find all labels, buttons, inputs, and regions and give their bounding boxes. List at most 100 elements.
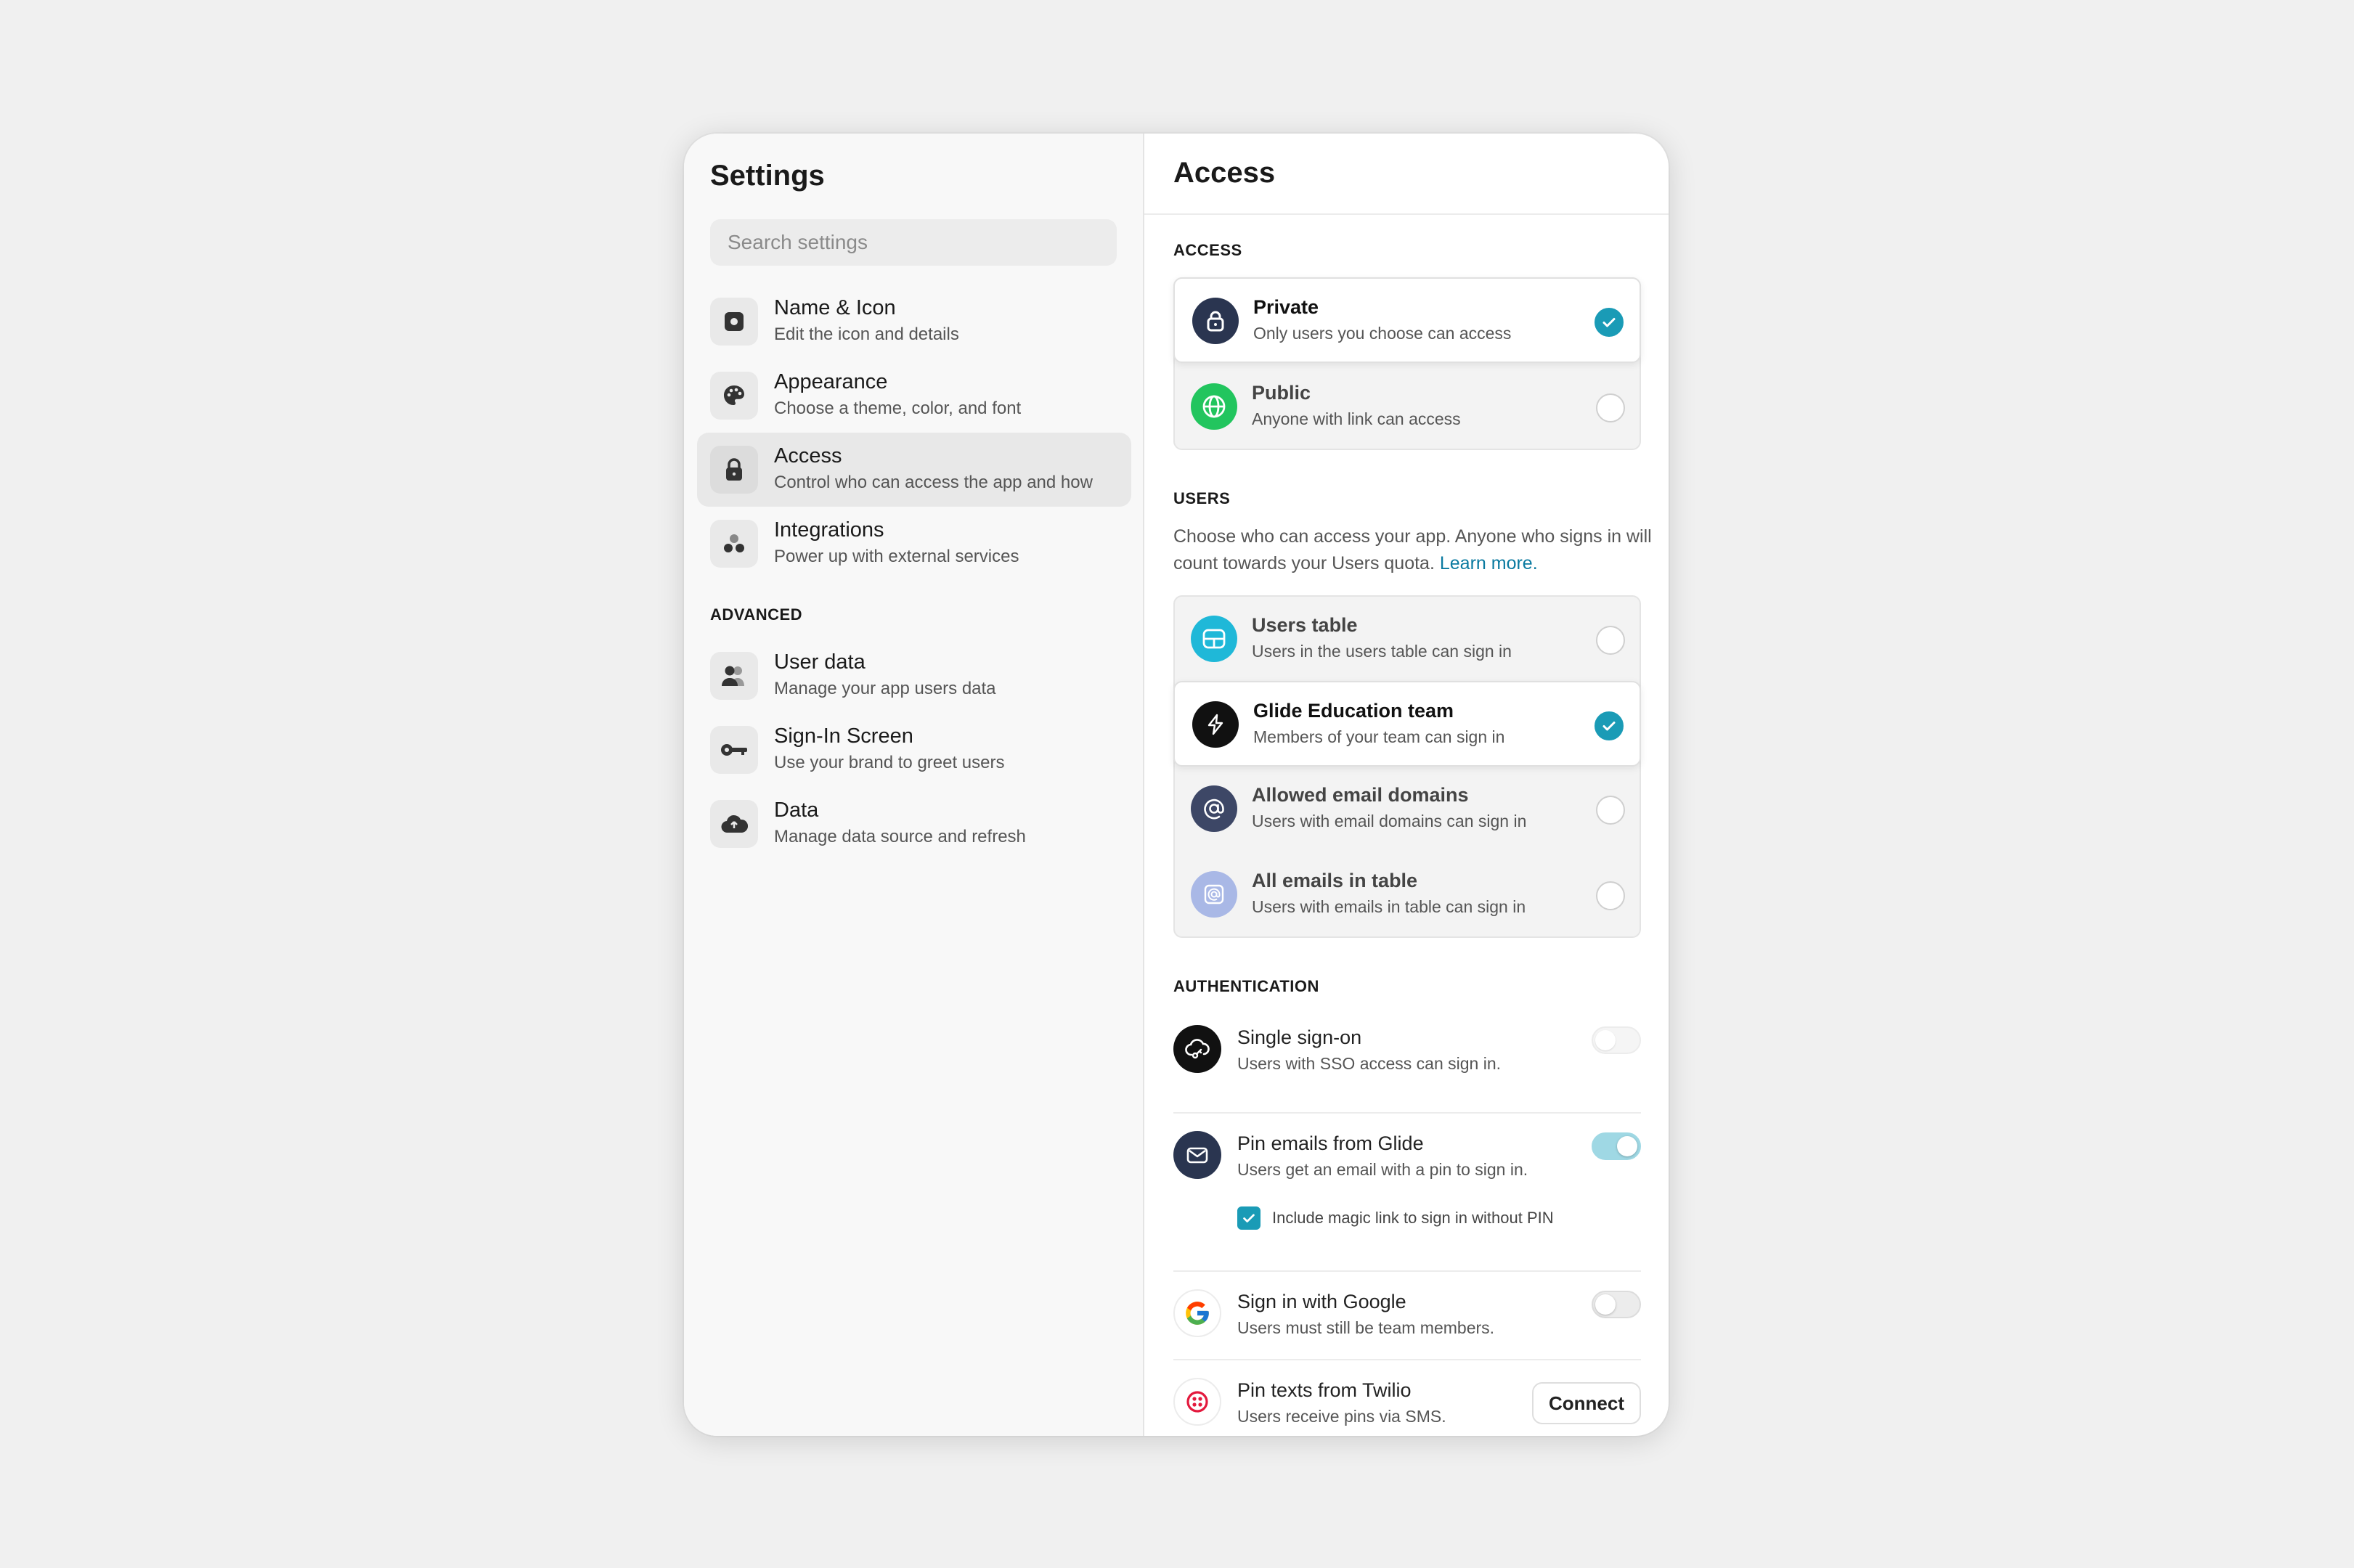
option-sub: Users in the users table can sign in <box>1252 642 1512 661</box>
sidebar-item-label: Access <box>774 444 842 467</box>
lock-icon <box>710 446 758 494</box>
pin-emails-toggle[interactable] <box>1592 1132 1641 1160</box>
sidebar-item-appearance[interactable]: Appearance Choose a theme, color, and fo… <box>697 359 1131 433</box>
access-panel: Access ACCESS Private Only users you cho… <box>1144 134 1669 1436</box>
option-label: Allowed email domains <box>1252 784 1469 806</box>
auth-label: Single sign-on <box>1237 1026 1362 1048</box>
sso-toggle[interactable] <box>1592 1026 1641 1054</box>
sidebar-item-sign-in-screen[interactable]: Sign-In Screen Use your brand to greet u… <box>697 713 1131 787</box>
users-section-label: USERS <box>1173 489 1231 507</box>
radio-unchecked[interactable] <box>1596 796 1625 825</box>
advanced-section-label: ADVANCED <box>710 605 803 624</box>
access-section-label: ACCESS <box>1173 241 1242 259</box>
table-icon <box>1191 616 1237 662</box>
option-sub: Anyone with link can access <box>1252 409 1461 428</box>
google-toggle[interactable] <box>1592 1291 1641 1318</box>
page-title: Access <box>1173 157 1276 189</box>
users-icon <box>710 652 758 700</box>
cloud-key-icon <box>1173 1025 1221 1073</box>
divider <box>1173 1112 1641 1114</box>
auth-row-pin-emails: Pin emails from Glide Users get an email… <box>1173 1131 1641 1196</box>
auth-label: Pin texts from Twilio <box>1237 1379 1412 1401</box>
users-option-users-table[interactable]: Users table Users in the users table can… <box>1173 597 1641 682</box>
option-label: All emails in table <box>1252 870 1418 891</box>
sidebar-item-sub: Edit the icon and details <box>774 324 959 344</box>
users-option-emails-in-table[interactable]: All emails in table Users with emails in… <box>1173 852 1641 938</box>
toggle-knob <box>1617 1136 1637 1156</box>
sidebar-item-label: Appearance <box>774 370 888 393</box>
sidebar-item-access[interactable]: Access Control who can access the app an… <box>697 433 1131 507</box>
access-option-private[interactable]: Private Only users you choose can access <box>1173 277 1641 363</box>
option-label: Glide Education team <box>1253 700 1454 722</box>
option-label: Private <box>1253 296 1319 318</box>
settings-window: Settings Name & Icon Edit the icon and d… <box>684 134 1669 1436</box>
sidebar-title: Settings <box>710 160 825 192</box>
toggle-knob <box>1595 1294 1616 1315</box>
sidebar-item-data[interactable]: Data Manage data source and refresh <box>697 787 1131 861</box>
magic-link-label: Include magic link to sign in without PI… <box>1272 1209 1554 1227</box>
sidebar-item-sub: Manage data source and refresh <box>774 827 1026 846</box>
sidebar-item-label: Name & Icon <box>774 296 896 319</box>
option-sub: Users with emails in table can sign in <box>1252 897 1526 916</box>
sidebar-item-sub: Choose a theme, color, and font <box>774 399 1022 418</box>
checkmark-icon <box>1243 1214 1255 1222</box>
radio-unchecked[interactable] <box>1596 881 1625 910</box>
checkmark-icon <box>1602 318 1616 327</box>
access-option-public[interactable]: Public Anyone with link can access <box>1173 364 1641 450</box>
sidebar-item-label: User data <box>774 650 866 674</box>
twilio-icon <box>1173 1378 1221 1426</box>
auth-label: Sign in with Google <box>1237 1291 1406 1312</box>
sidebar-item-sub: Manage your app users data <box>774 679 996 698</box>
auth-sub: Users with SSO access can sign in. <box>1237 1054 1502 1073</box>
lock-icon <box>1192 298 1239 344</box>
sidebar-item-label: Integrations <box>774 518 884 542</box>
option-sub: Members of your team can sign in <box>1253 727 1505 746</box>
learn-more-link[interactable]: Learn more. <box>1440 553 1538 573</box>
settings-sidebar: Settings Name & Icon Edit the icon and d… <box>684 134 1144 1436</box>
divider <box>1173 1270 1641 1272</box>
sidebar-item-sub: Use your brand to greet users <box>774 753 1005 772</box>
radio-unchecked[interactable] <box>1596 393 1625 422</box>
auth-sub: Users must still be team members. <box>1237 1318 1495 1337</box>
panel-header: Access <box>1144 134 1669 215</box>
divider <box>1173 1359 1641 1360</box>
users-option-glide-team[interactable]: Glide Education team Members of your tea… <box>1173 681 1641 767</box>
users-option-email-domains[interactable]: Allowed email domains Users with email d… <box>1173 767 1641 852</box>
radio-unchecked[interactable] <box>1596 626 1625 655</box>
auth-label: Pin emails from Glide <box>1237 1132 1424 1154</box>
checkmark-icon <box>1602 722 1616 731</box>
users-description-text: Choose who can access your app. Anyone w… <box>1173 526 1652 573</box>
search-input[interactable] <box>710 219 1117 266</box>
radio-checked[interactable] <box>1595 711 1624 740</box>
twilio-connect-button[interactable]: Connect <box>1532 1382 1641 1424</box>
option-label: Public <box>1252 382 1311 404</box>
sidebar-item-label: Sign-In Screen <box>774 724 913 748</box>
option-sub: Only users you choose can access <box>1253 324 1512 343</box>
auth-section-label: AUTHENTICATION <box>1173 977 1319 995</box>
cloud-sync-icon <box>710 800 758 848</box>
toggle-knob <box>1595 1030 1616 1050</box>
glide-logo-icon <box>1192 701 1239 748</box>
auth-sub: Users get an email with a pin to sign in… <box>1237 1160 1528 1179</box>
sidebar-item-name-icon[interactable]: Name & Icon Edit the icon and details <box>697 285 1131 359</box>
key-icon <box>710 726 758 774</box>
email-table-icon <box>1191 871 1237 918</box>
auth-row-sso: Single sign-on Users with SSO access can… <box>1173 1025 1641 1090</box>
option-sub: Users with email domains can sign in <box>1252 812 1527 830</box>
option-label: Users table <box>1252 614 1358 636</box>
palette-icon <box>710 372 758 420</box>
magic-link-checkbox[interactable] <box>1237 1206 1261 1230</box>
sidebar-item-sub: Control who can access the app and how <box>774 473 1093 492</box>
auth-sub: Users receive pins via SMS. <box>1237 1407 1446 1426</box>
radio-checked[interactable] <box>1595 308 1624 337</box>
google-icon <box>1173 1289 1221 1337</box>
sidebar-item-user-data[interactable]: User data Manage your app users data <box>697 639 1131 713</box>
sidebar-item-integrations[interactable]: Integrations Power up with external serv… <box>697 507 1131 581</box>
mail-icon <box>1173 1131 1221 1179</box>
auth-row-google: Sign in with Google Users must still be … <box>1173 1289 1641 1355</box>
sidebar-item-label: Data <box>774 799 819 822</box>
sidebar-item-sub: Power up with external services <box>774 547 1019 566</box>
access-options-group: Private Only users you choose can access… <box>1173 277 1641 450</box>
at-sign-icon <box>1191 785 1237 832</box>
globe-icon <box>1191 383 1237 430</box>
